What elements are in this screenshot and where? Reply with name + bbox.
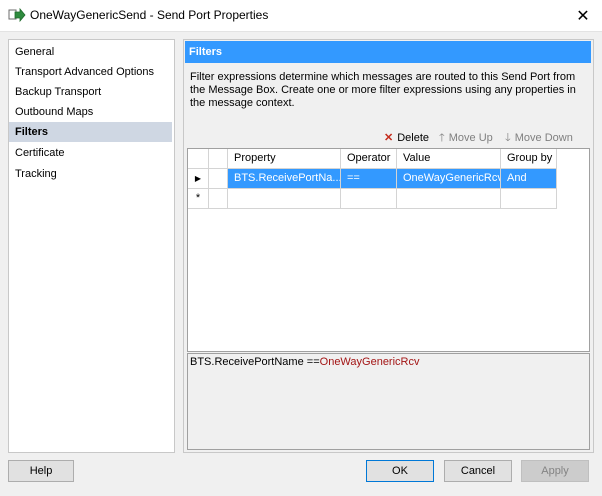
- expression-value: OneWayGenericRcv: [319, 356, 420, 368]
- nav-item-transport-advanced-options[interactable]: Transport Advanced Options: [9, 62, 172, 82]
- close-icon[interactable]: ✕: [564, 0, 602, 31]
- column-header-operator[interactable]: Operator: [341, 149, 397, 169]
- new-row-group-by[interactable]: [501, 189, 557, 209]
- nav-item-tracking[interactable]: Tracking: [9, 164, 172, 184]
- column-header-group-by[interactable]: Group by: [501, 149, 557, 169]
- nav-item-general[interactable]: General: [9, 42, 172, 62]
- nav-item-filters[interactable]: Filters: [9, 122, 172, 142]
- arrow-up-icon: 🡑: [439, 132, 445, 144]
- send-port-properties-window: OneWayGenericSend - Send Port Properties…: [0, 0, 602, 496]
- row-selector[interactable]: ▶: [188, 169, 209, 189]
- expression-operator: ==: [306, 356, 320, 368]
- delete-button[interactable]: ✕ Delete: [384, 130, 429, 146]
- apply-button[interactable]: Apply: [521, 460, 589, 482]
- move-down-button[interactable]: 🡓 Move Down: [505, 130, 573, 146]
- move-up-label: Move Up: [448, 132, 493, 144]
- cell-value[interactable]: OneWayGenericRcv: [397, 169, 501, 189]
- new-row-property[interactable]: [228, 189, 341, 209]
- ok-button[interactable]: OK: [366, 460, 434, 482]
- cell-operator[interactable]: ==: [341, 169, 397, 189]
- send-port-icon: [8, 7, 26, 23]
- filter-grid: Property Operator Value Group by ▶ BTS.R…: [187, 148, 590, 352]
- expression-property: BTS.ReceivePortName: [190, 356, 304, 368]
- panel-description: Filter expressions determine which messa…: [190, 71, 576, 109]
- nav-item-certificate[interactable]: Certificate: [9, 143, 172, 163]
- cancel-button[interactable]: Cancel: [444, 460, 512, 482]
- panel-header: Filters: [185, 41, 591, 63]
- nav-item-backup-transport[interactable]: Backup Transport: [9, 82, 172, 102]
- expression-line: BTS.ReceivePortName ==OneWayGenericRcv: [190, 356, 419, 368]
- cell-group-by[interactable]: And: [501, 169, 557, 189]
- help-button[interactable]: Help: [8, 460, 74, 482]
- settings-nav: General Transport Advanced Options Backu…: [8, 39, 175, 453]
- row-indent: [209, 169, 228, 189]
- new-row-indent: [209, 189, 228, 209]
- grid-indent-header: [209, 149, 228, 169]
- title-bar: OneWayGenericSend - Send Port Properties…: [0, 0, 602, 32]
- move-up-button[interactable]: 🡑 Move Up: [439, 130, 493, 146]
- delete-label: Delete: [397, 132, 430, 144]
- new-row-operator[interactable]: [341, 189, 397, 209]
- column-header-property[interactable]: Property: [228, 149, 341, 169]
- cell-property[interactable]: BTS.ReceivePortNa...: [228, 169, 341, 189]
- new-row-value[interactable]: [397, 189, 501, 209]
- grid-corner: [188, 149, 209, 169]
- new-row-marker[interactable]: *: [188, 189, 209, 209]
- filter-expression-preview: BTS.ReceivePortName ==OneWayGenericRcv: [187, 353, 590, 450]
- delete-icon: ✕: [384, 132, 394, 144]
- window-title: OneWayGenericSend - Send Port Properties: [30, 8, 269, 22]
- filters-panel: Filters Filter expressions determine whi…: [183, 39, 594, 453]
- arrow-down-icon: 🡓: [505, 132, 511, 144]
- move-down-label: Move Down: [514, 132, 573, 144]
- nav-item-outbound-maps[interactable]: Outbound Maps: [9, 102, 172, 122]
- current-row-icon: ▶: [194, 174, 202, 183]
- column-header-value[interactable]: Value: [397, 149, 501, 169]
